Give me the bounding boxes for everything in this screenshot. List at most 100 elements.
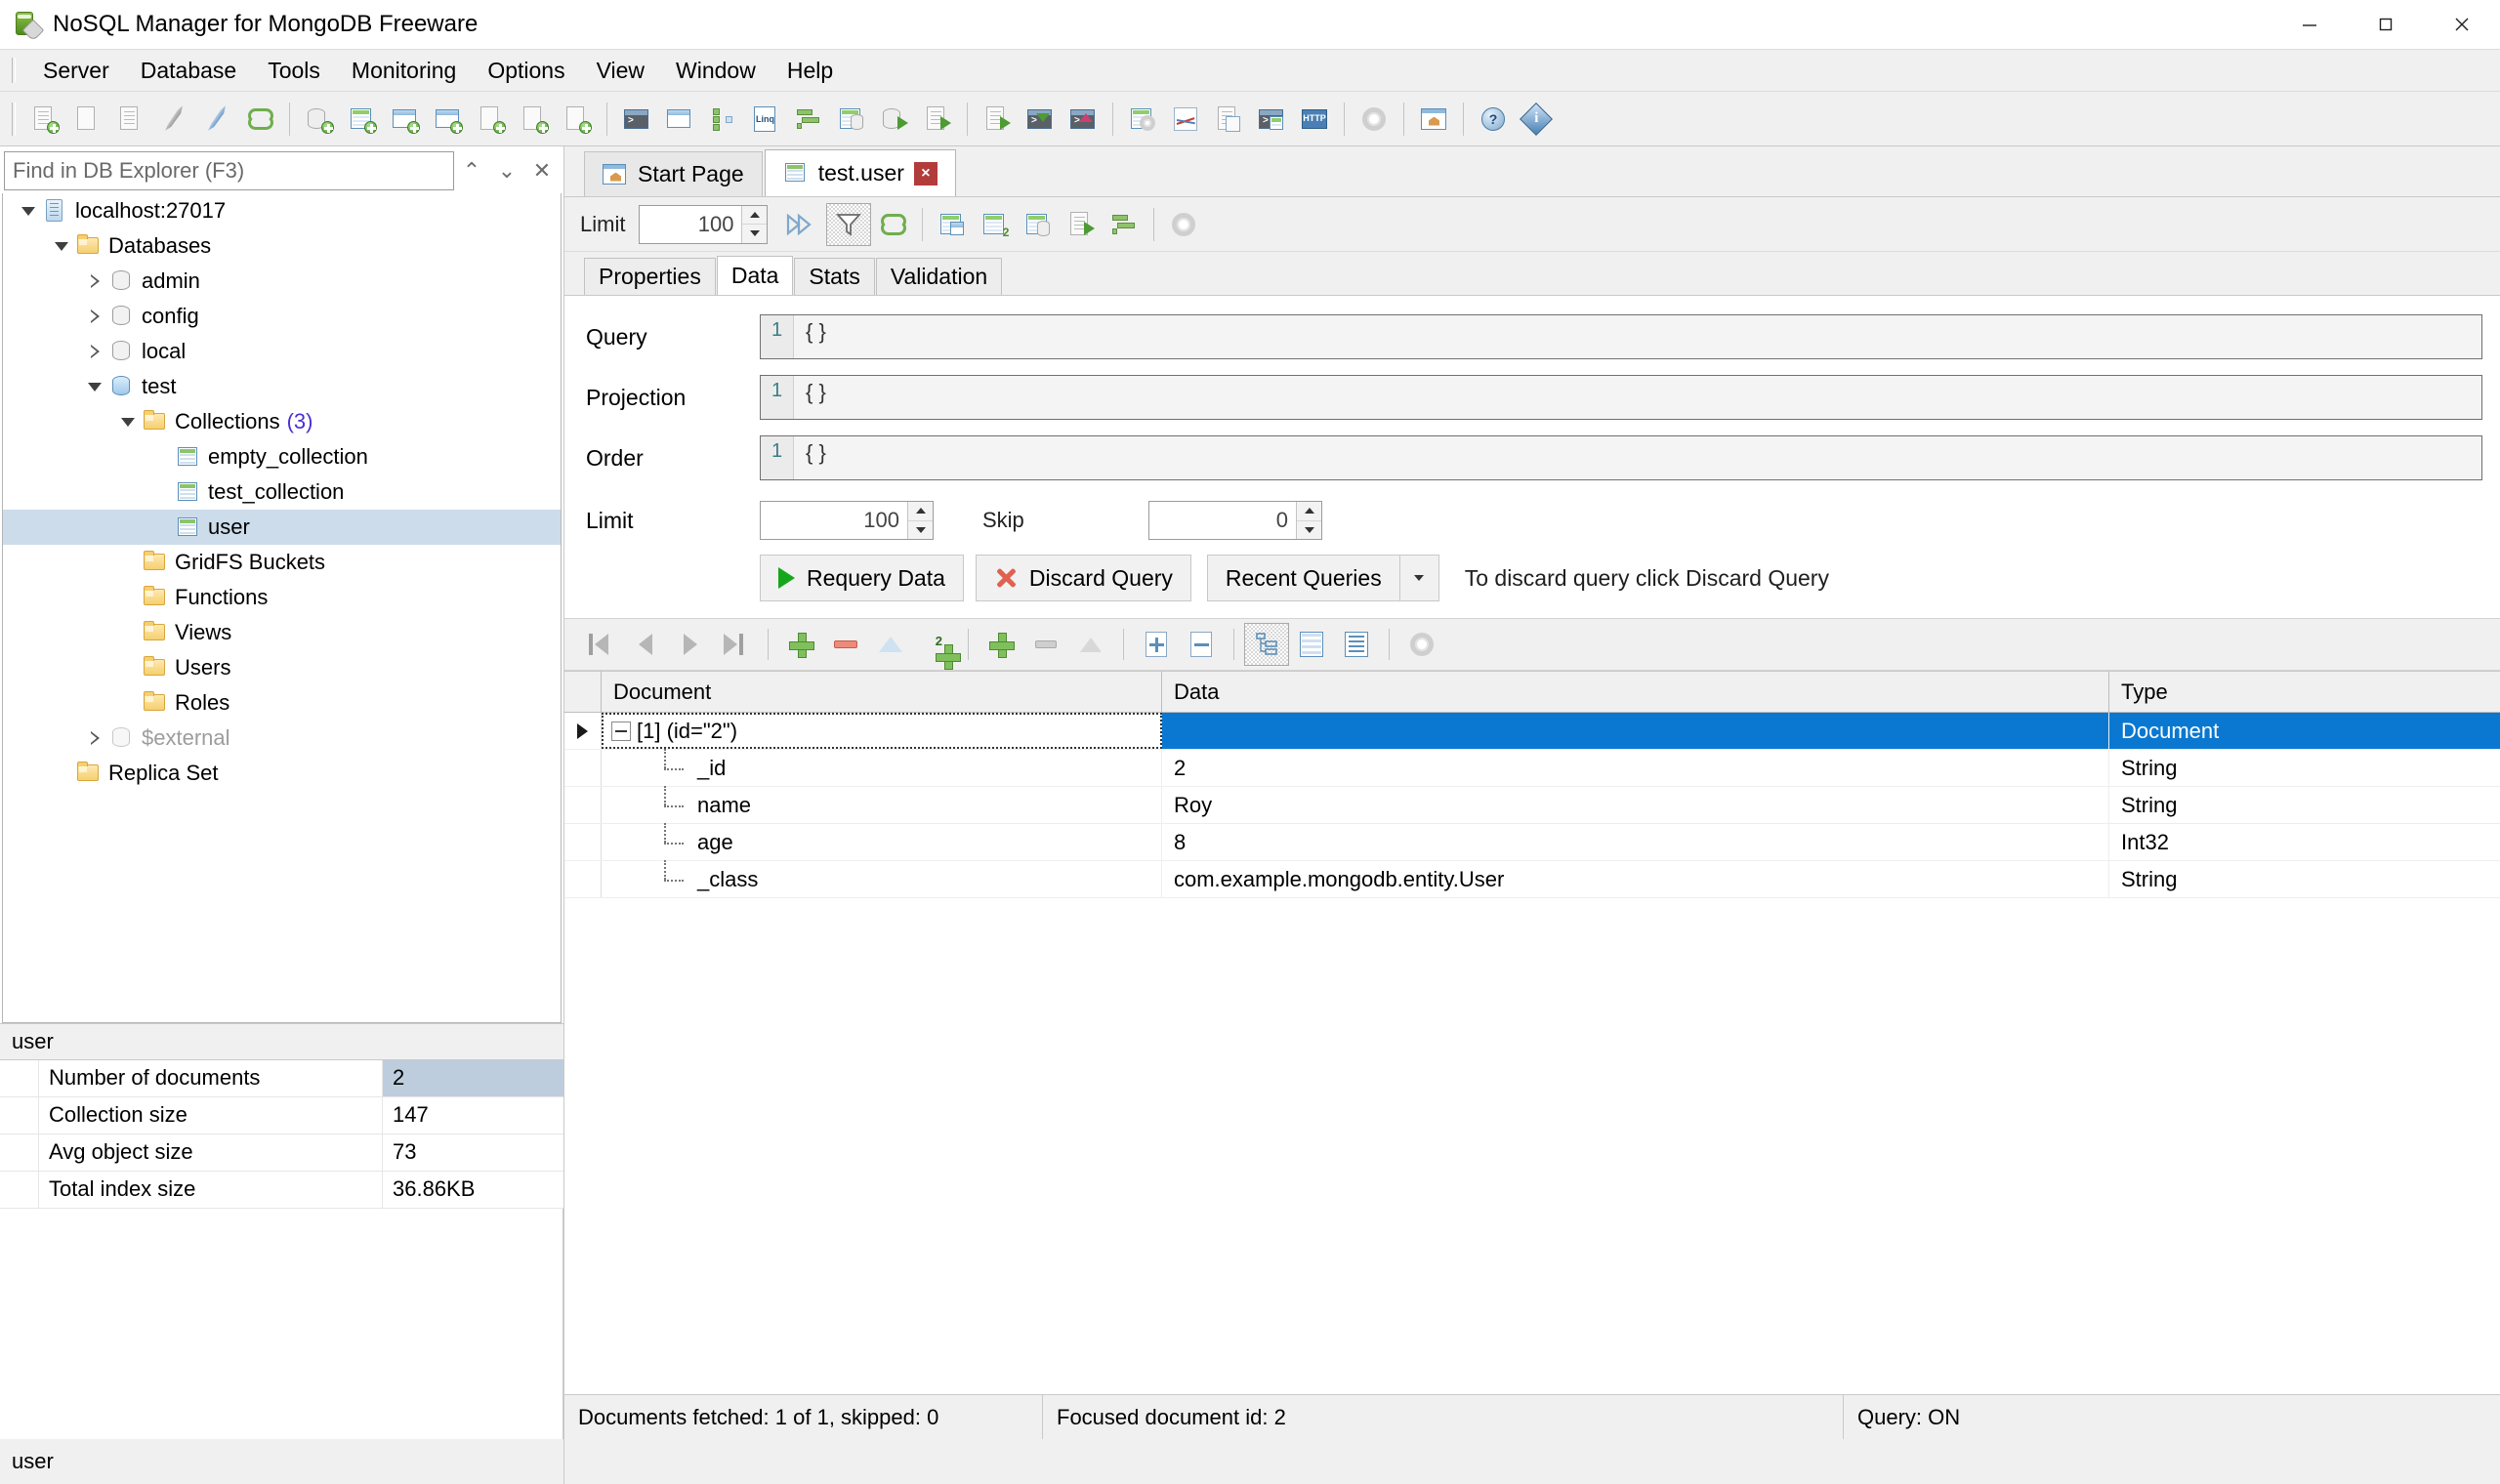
post-child-icon[interactable] xyxy=(1068,623,1113,666)
limit-stepper-buttons[interactable] xyxy=(741,206,767,243)
table-row[interactable]: _classcom.example.mongodb.entity.UserStr… xyxy=(564,861,2500,898)
tree-view-icon[interactable] xyxy=(701,98,744,141)
filter-icon[interactable] xyxy=(826,203,871,246)
help-icon[interactable] xyxy=(1472,98,1515,141)
search-input[interactable]: Find in DB Explorer (F3) xyxy=(4,151,454,190)
cell-type[interactable]: Document xyxy=(2109,713,2500,749)
tab-validation[interactable]: Validation xyxy=(876,258,1002,295)
tree-item-external[interactable]: $external xyxy=(3,721,561,756)
chevron-down-icon[interactable] xyxy=(48,242,75,251)
datagrid-body[interactable]: [1] (id="2")Document_id2StringnameRoyStr… xyxy=(564,713,2500,898)
limit-decrement-button[interactable] xyxy=(908,521,933,540)
chevron-right-icon[interactable] xyxy=(81,274,108,288)
limit-increment-button[interactable] xyxy=(742,206,767,226)
skip-increment-button[interactable] xyxy=(1297,502,1321,521)
shell-icon[interactable] xyxy=(615,98,658,141)
table-row[interactable]: age8Int32 xyxy=(564,824,2500,861)
import-shell-icon[interactable] xyxy=(1019,98,1062,141)
tree-item-test[interactable]: test xyxy=(3,369,561,404)
insert-child-icon[interactable] xyxy=(979,623,1023,666)
property-row[interactable]: Avg object size73 xyxy=(0,1134,563,1172)
requery-data-button[interactable]: Requery Data xyxy=(760,555,964,601)
new-collection-icon[interactable] xyxy=(341,98,384,141)
projection-editor[interactable]: 1 { } xyxy=(760,375,2482,420)
table-row[interactable]: [1] (id="2")Document xyxy=(564,713,2500,750)
collapse-all-icon[interactable] xyxy=(1179,623,1224,666)
property-row[interactable]: Collection size147 xyxy=(0,1097,563,1134)
cell-type[interactable]: Int32 xyxy=(2109,824,2500,860)
first-record-icon[interactable] xyxy=(578,623,623,666)
property-row[interactable]: Number of documents2 xyxy=(0,1060,563,1097)
duplicate-row-icon[interactable]: 2 xyxy=(913,623,958,666)
edit-connection-icon[interactable] xyxy=(66,98,109,141)
next-record-icon[interactable] xyxy=(668,623,713,666)
delete-row-icon[interactable] xyxy=(823,623,868,666)
column-header-type[interactable]: Type xyxy=(2109,672,2500,712)
chevron-right-icon[interactable] xyxy=(81,309,108,323)
copy-to-db-icon[interactable] xyxy=(1017,203,1060,246)
cell-document[interactable]: _id xyxy=(602,750,1162,786)
new-database-icon[interactable] xyxy=(298,98,341,141)
grid-settings-icon[interactable] xyxy=(1399,623,1444,666)
text-view-icon[interactable] xyxy=(1334,623,1379,666)
aggregation-icon[interactable] xyxy=(787,98,830,141)
tab-stats[interactable]: Stats xyxy=(794,258,874,295)
http-icon[interactable] xyxy=(1293,98,1336,141)
expand-all-icon[interactable] xyxy=(1134,623,1179,666)
skip-field[interactable]: 0 xyxy=(1148,501,1322,540)
tree-item-functions[interactable]: Functions xyxy=(3,580,561,615)
tab-close-icon[interactable]: × xyxy=(914,162,938,186)
query-editor[interactable]: 1 { } xyxy=(760,314,2482,359)
chevron-down-icon[interactable] xyxy=(114,418,142,427)
property-value[interactable]: 2 xyxy=(383,1060,563,1096)
linq-query-icon[interactable] xyxy=(744,98,787,141)
save-document-icon[interactable] xyxy=(931,203,974,246)
settings-gear-icon[interactable] xyxy=(1353,98,1396,141)
export-file-icon[interactable] xyxy=(976,98,1019,141)
tree-item-config[interactable]: config xyxy=(3,299,561,334)
order-editor[interactable]: 1 { } xyxy=(760,435,2482,480)
options-icon[interactable] xyxy=(1121,98,1164,141)
cell-data[interactable]: 8 xyxy=(1162,824,2109,860)
new-role-icon[interactable] xyxy=(556,98,599,141)
limit-increment-button[interactable] xyxy=(908,502,933,521)
disconnect-icon[interactable] xyxy=(195,98,238,141)
connect-icon[interactable] xyxy=(152,98,195,141)
cell-data[interactable]: 2 xyxy=(1162,750,2109,786)
about-icon[interactable] xyxy=(1515,98,1558,141)
menu-view[interactable]: View xyxy=(581,52,660,90)
property-value[interactable]: 36.86KB xyxy=(383,1172,563,1208)
database-grid-icon[interactable] xyxy=(830,98,873,141)
tree-item-empty-collection[interactable]: empty_collection xyxy=(3,439,561,474)
discard-query-button[interactable]: Discard Query xyxy=(976,555,1191,601)
expand-collapse-icon[interactable] xyxy=(611,721,631,741)
export-icon[interactable] xyxy=(1060,203,1103,246)
delete-child-icon[interactable] xyxy=(1023,623,1068,666)
cell-data[interactable]: com.example.mongodb.entity.User xyxy=(1162,861,2109,897)
new-view-icon[interactable] xyxy=(384,98,427,141)
maximize-button[interactable] xyxy=(2348,0,2424,49)
cell-data[interactable] xyxy=(1162,713,2109,749)
query-value[interactable]: { } xyxy=(794,315,2481,358)
delete-connection-icon[interactable] xyxy=(109,98,152,141)
search-next-button[interactable]: ⌄ xyxy=(489,151,524,190)
menu-window[interactable]: Window xyxy=(660,52,771,90)
property-row[interactable]: Total index size36.86KB xyxy=(0,1172,563,1209)
menu-grip[interactable] xyxy=(12,58,16,83)
tree-view-icon[interactable] xyxy=(1244,623,1289,666)
tab-properties[interactable]: Properties xyxy=(584,258,716,295)
export-shell-icon[interactable] xyxy=(1062,98,1104,141)
minimize-button[interactable] xyxy=(2271,0,2348,49)
menu-tools[interactable]: Tools xyxy=(252,52,336,90)
tree-item-local[interactable]: local xyxy=(3,334,561,369)
tree-item-databases[interactable]: Databases xyxy=(3,228,561,264)
previous-record-icon[interactable] xyxy=(623,623,668,666)
projection-value[interactable]: { } xyxy=(794,376,2481,419)
order-value[interactable]: { } xyxy=(794,436,2481,479)
limit-field[interactable]: 100 xyxy=(760,501,934,540)
tab-data[interactable]: Data xyxy=(717,256,794,295)
table-row[interactable]: _id2String xyxy=(564,750,2500,787)
run-all-icon[interactable] xyxy=(777,203,820,246)
post-edit-icon[interactable] xyxy=(868,623,913,666)
cell-type[interactable]: String xyxy=(2109,861,2500,897)
